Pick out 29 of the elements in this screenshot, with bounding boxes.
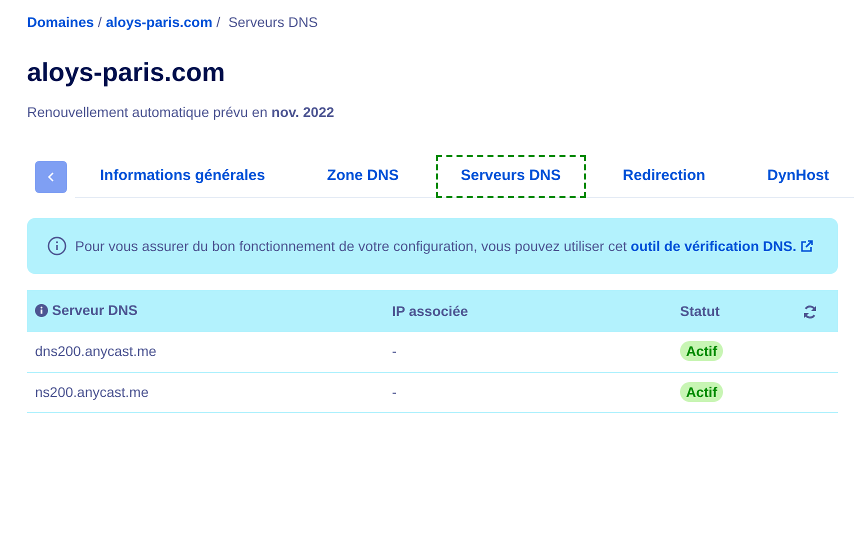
- table-cell: -: [384, 332, 672, 372]
- status-badge: Actif: [680, 341, 724, 362]
- renewal-text: Renouvellement automatique prévu en nov. 2022: [27, 103, 334, 122]
- breadcrumb-separator: /: [216, 12, 220, 32]
- refresh-icon[interactable]: [802, 304, 818, 320]
- info-icon: [35, 304, 48, 316]
- table-cell: dns200.anycast.me: [27, 332, 384, 372]
- notice-text: Pour vous assurer du bon fonctionnement de votre configuration, vous pouvez utiliser cet outil de vérification DNS.: [75, 234, 818, 258]
- table-cell: -: [384, 372, 672, 412]
- back-button[interactable]: [35, 160, 67, 192]
- page-title: aloys-paris.com: [27, 56, 225, 88]
- column-header: Statut: [680, 302, 720, 320]
- tab[interactable]: Zone DNS: [302, 154, 424, 198]
- breadcrumb-link[interactable]: aloys-paris.com: [106, 12, 212, 32]
- breadcrumb-separator: /: [98, 12, 102, 32]
- column-header: Serveur DNS: [35, 300, 138, 320]
- status-badge: Actif: [680, 382, 724, 402]
- breadcrumb-current: Serveurs DNS: [228, 12, 318, 32]
- tab[interactable]: Informations générales: [75, 154, 290, 198]
- table-cell: ns200.anycast.me: [27, 372, 384, 412]
- verification-tool-link[interactable]: outil de vérification DNS.: [630, 234, 814, 258]
- external-link-icon: [800, 239, 814, 253]
- breadcrumb-link[interactable]: Domaines: [27, 12, 94, 32]
- tab[interactable]: DynHost: [742, 154, 854, 198]
- chevron-left-icon: [47, 172, 55, 182]
- tab[interactable]: Redirection: [598, 154, 730, 198]
- column-header: IP associée: [392, 302, 468, 320]
- tab[interactable]: Serveurs DNS: [436, 154, 586, 198]
- info-icon: [47, 236, 67, 256]
